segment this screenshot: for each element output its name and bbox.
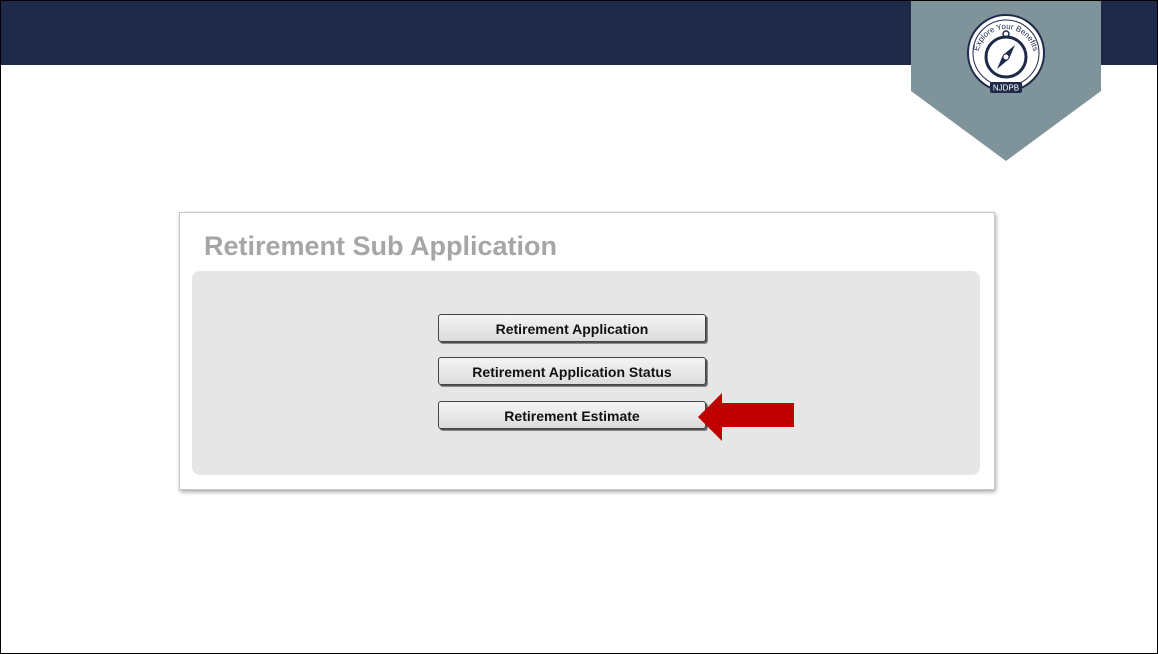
compass-logo-icon: Explore Your Benefits NJDPB (967, 14, 1045, 93)
panel-menu-area: Retirement Application Retirement Applic… (192, 271, 980, 475)
njdpb-logo-badge: Explore Your Benefits NJDPB (911, 1, 1101, 161)
panel-title: Retirement Sub Application (204, 231, 558, 261)
retirement-application-button[interactable]: Retirement Application (438, 314, 706, 342)
red-pointer-arrow-icon (698, 393, 794, 441)
slide: Explore Your Benefits NJDPB Retirement S… (0, 0, 1158, 654)
retirement-estimate-button[interactable]: Retirement Estimate (438, 401, 706, 429)
retirement-sub-application-panel: Retirement Sub Application Retirement Ap… (179, 212, 995, 490)
retirement-application-status-button[interactable]: Retirement Application Status (438, 357, 706, 385)
badge-bottom-text: NJDPB (993, 84, 1019, 93)
